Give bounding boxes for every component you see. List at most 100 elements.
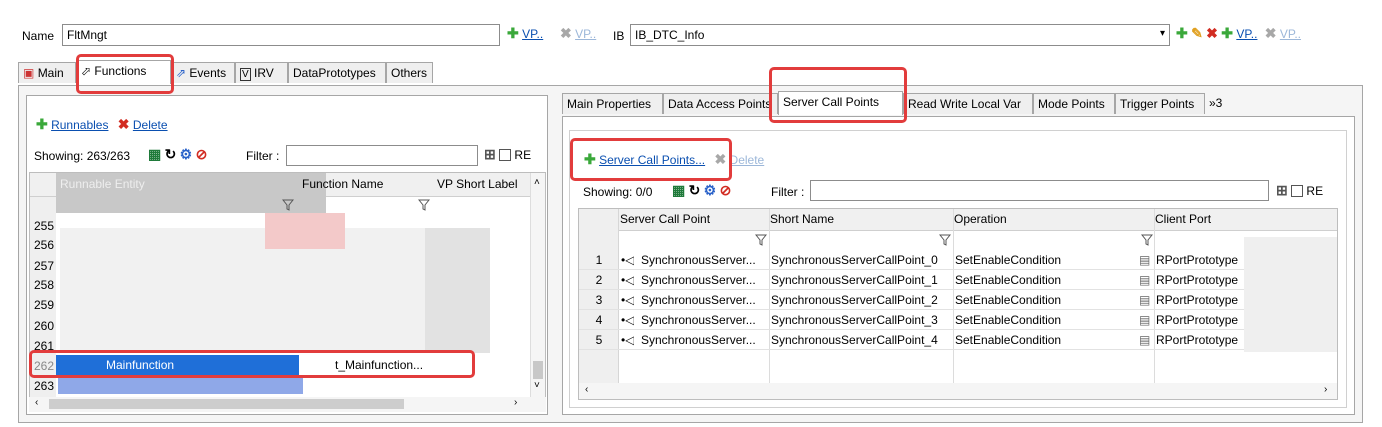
scroll-thumb[interactable] xyxy=(49,399,404,409)
tab-trigger-points[interactable]: Trigger Points xyxy=(1115,93,1205,114)
excel-icon[interactable]: ▦ xyxy=(672,183,685,197)
server-call-point-cell: SynchronousServer... xyxy=(641,293,756,307)
port-icon: ▤ xyxy=(1139,333,1151,347)
name-label: Name xyxy=(22,29,55,43)
plus-icon: ✚ xyxy=(36,116,48,132)
row-number: 256 xyxy=(33,238,55,252)
vp-link[interactable]: VP.. xyxy=(522,27,543,41)
chevron-down-icon[interactable]: ▾ xyxy=(1160,28,1165,39)
remove-vp-button[interactable]: ✖ VP.. xyxy=(560,26,596,41)
funnel-icon[interactable] xyxy=(939,234,951,246)
horizontal-scrollbar[interactable]: ‹ › xyxy=(29,397,546,412)
tab-irv[interactable]: V IRV xyxy=(235,62,288,83)
funnel-icon[interactable] xyxy=(755,234,767,246)
plus-icon[interactable]: ✚ xyxy=(1221,26,1233,40)
filter-settings-icon[interactable]: ⚙ xyxy=(180,147,193,161)
server-call-point-cell: SynchronousServer... xyxy=(641,313,756,327)
re-label: RE xyxy=(514,148,532,162)
tab-read-write-local-var[interactable]: Read Write Local Var xyxy=(903,93,1033,114)
filter-label: Filter : xyxy=(246,149,280,163)
column-header-runnable[interactable]: Runnable Entity xyxy=(56,173,326,197)
filter-input[interactable] xyxy=(810,180,1269,201)
column-header-vp-short-label[interactable]: VP Short Label xyxy=(433,173,528,197)
tab-main[interactable]: ▣ Main xyxy=(18,62,76,83)
chevron-right-icon[interactable]: › xyxy=(514,397,517,408)
tab-dataprototypes[interactable]: DataPrototypes xyxy=(288,62,386,83)
refresh-icon[interactable]: ↻ xyxy=(165,147,177,161)
tab-events[interactable]: ⇗ Events xyxy=(171,62,235,83)
highlight-selected-row xyxy=(29,350,475,378)
table-row[interactable]: 3 •◁ SynchronousServer... SynchronousSer… xyxy=(579,290,1337,310)
clear-filter-icon[interactable]: ⊘ xyxy=(720,183,732,197)
re-checkbox[interactable] xyxy=(1291,185,1304,197)
close-icon: ✖ xyxy=(560,25,572,41)
ib-vp-link-disabled: VP.. xyxy=(1279,27,1302,41)
chevron-right-icon[interactable]: › xyxy=(1324,384,1327,395)
more-tabs-button[interactable]: »3 xyxy=(1205,93,1355,114)
excel-icon[interactable]: ▦ xyxy=(148,147,161,161)
column-header-operation[interactable]: Operation xyxy=(954,212,1007,226)
plus-icon: ✚ xyxy=(507,25,519,41)
vp-link-disabled: VP.. xyxy=(575,27,597,41)
delete-link[interactable]: Delete xyxy=(133,118,168,132)
tab-data-access-points[interactable]: Data Access Points xyxy=(663,93,778,114)
close-icon: ✖ xyxy=(1264,25,1277,41)
short-name-cell: SynchronousServerCallPoint_3 xyxy=(771,313,938,327)
filter-options: ⊞ RE xyxy=(484,147,531,162)
ib-select[interactable]: IB_DTC_Info ▾ xyxy=(630,24,1170,46)
client-port-cell: RPortPrototype xyxy=(1156,333,1239,347)
column-header-server-call-point[interactable]: Server Call Point xyxy=(620,212,710,226)
runnables-link[interactable]: Runnables xyxy=(51,118,108,132)
chevron-left-icon[interactable]: ‹ xyxy=(585,384,588,395)
delete-link-disabled: Delete xyxy=(729,153,765,167)
filter-settings-icon[interactable]: ⚙ xyxy=(704,183,717,197)
filter-icon[interactable]: ⊞ xyxy=(1276,183,1288,197)
ib-vp-link[interactable]: VP.. xyxy=(1236,27,1257,41)
pencil-icon[interactable]: ✎ xyxy=(1191,26,1203,40)
add-icon[interactable]: ✚ xyxy=(1176,26,1188,40)
operation-cell: SetEnableCondition xyxy=(955,273,1062,287)
chevron-left-icon[interactable]: ‹ xyxy=(35,397,38,408)
detail-tab-bar: Main Properties Data Access Points Serve… xyxy=(562,91,1355,117)
table-row[interactable]: 2 •◁ SynchronousServer... SynchronousSer… xyxy=(579,270,1337,290)
funnel-icon[interactable] xyxy=(1141,234,1153,246)
filter-input[interactable] xyxy=(286,145,478,166)
chevron-down-icon[interactable]: ˅ xyxy=(534,380,540,391)
operation-cell: SetEnableCondition xyxy=(955,253,1062,267)
row-number: 4 xyxy=(595,313,603,327)
short-name-cell: SynchronousServerCallPoint_2 xyxy=(771,293,938,307)
tab-others[interactable]: Others xyxy=(386,62,433,83)
tab-main-properties[interactable]: Main Properties xyxy=(562,93,663,114)
client-port-cell: RPortPrototype xyxy=(1156,253,1239,267)
row-number: 2 xyxy=(595,273,603,287)
table-row[interactable]: 1 •◁ SynchronousServer... SynchronousSer… xyxy=(579,250,1337,270)
name-input[interactable]: FltMngt xyxy=(62,24,500,46)
short-name-cell: SynchronousServerCallPoint_1 xyxy=(771,273,938,287)
tab-mode-points[interactable]: Mode Points xyxy=(1033,93,1115,114)
scroll-thumb[interactable] xyxy=(533,361,543,379)
refresh-icon[interactable]: ↻ xyxy=(689,183,701,197)
row-number: 1 xyxy=(595,253,603,267)
column-header-client-port[interactable]: Client Port xyxy=(1155,212,1211,226)
table-row[interactable]: 4 •◁ SynchronousServer... SynchronousSer… xyxy=(579,310,1337,330)
column-header-short-name[interactable]: Short Name xyxy=(770,212,834,226)
filter-icon[interactable]: ⊞ xyxy=(484,147,496,161)
chevron-up-icon[interactable]: ˄ xyxy=(534,177,540,188)
re-checkbox[interactable] xyxy=(499,149,512,161)
server-call-point-cell: SynchronousServer... xyxy=(641,333,756,347)
funnel-icon[interactable] xyxy=(418,199,430,211)
table-row[interactable]: 5 •◁ SynchronousServer... SynchronousSer… xyxy=(579,330,1337,350)
column-header-function[interactable]: Function Name xyxy=(298,173,433,197)
horizontal-scrollbar[interactable]: ‹ › xyxy=(579,383,1337,399)
row-number: 3 xyxy=(595,293,603,307)
server-call-point-icon: •◁ xyxy=(621,293,635,307)
obscured-area xyxy=(425,228,490,353)
delete-icon[interactable]: ✖ xyxy=(1206,26,1218,40)
short-name-cell: SynchronousServerCallPoint_4 xyxy=(771,333,938,347)
add-vp-button[interactable]: ✚ VP.. xyxy=(507,26,543,41)
ib-toolbar: ✚ ✎ ✖ ✚ VP.. ✖ VP.. xyxy=(1176,26,1346,41)
funnel-icon[interactable] xyxy=(282,199,294,211)
runnables-toolbar: ✚ Runnables ✖ Delete xyxy=(36,117,168,132)
clear-filter-icon[interactable]: ⊘ xyxy=(196,147,208,161)
obscured-area xyxy=(265,213,345,249)
